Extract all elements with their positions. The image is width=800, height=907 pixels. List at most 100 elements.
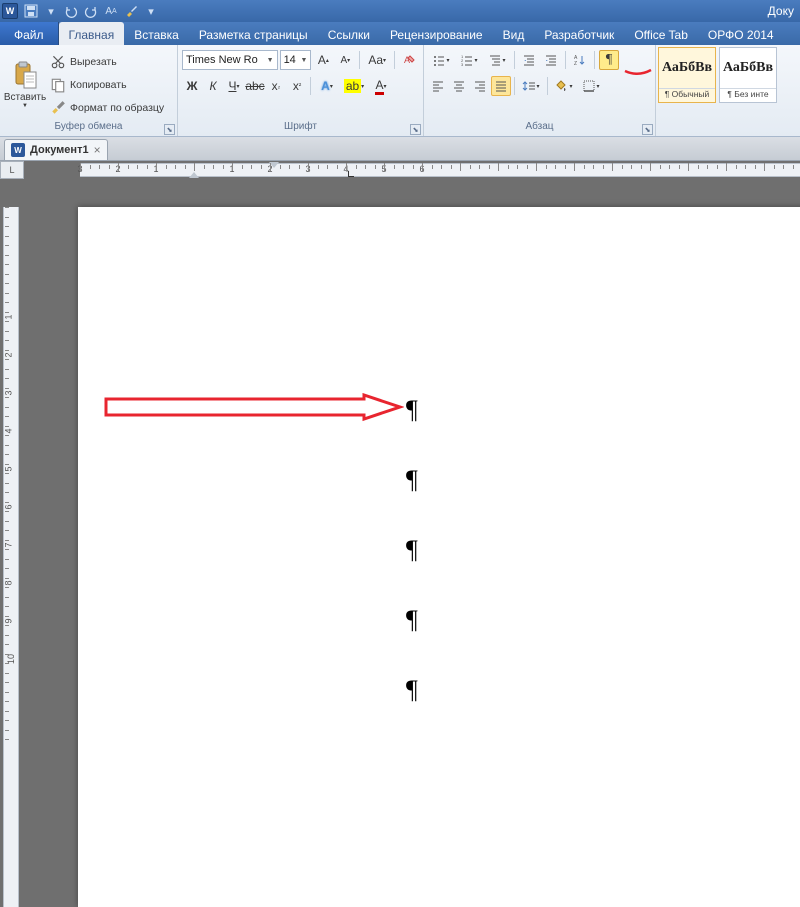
ribbon-tabs: Файл Главная Вставка Разметка страницы С… [0, 22, 800, 45]
paragraph-launcher-icon[interactable]: ⬊ [642, 124, 653, 135]
align-left-button[interactable] [428, 76, 448, 96]
paste-button[interactable]: Вставить ▼ [4, 48, 46, 121]
style-preview: АаБбВв [659, 48, 715, 88]
qat-brush-icon[interactable] [122, 2, 140, 20]
document-tab[interactable]: W Документ1 × [4, 139, 108, 160]
qat-redo-icon[interactable] [82, 2, 100, 20]
group-paragraph-label: Абзац ⬊ [424, 121, 655, 136]
cut-label: Вырезать [70, 56, 117, 68]
decrease-indent-button[interactable] [519, 50, 539, 70]
qat-undo-icon[interactable] [62, 2, 80, 20]
tab-selector[interactable]: L [0, 161, 24, 179]
shading-button[interactable]: ▾ [551, 76, 577, 96]
style-preview: АаБбВв [720, 48, 776, 88]
tab-orfo[interactable]: ОРФО 2014 [698, 22, 784, 45]
bullets-button[interactable]: ▾ [428, 50, 454, 70]
tab-references[interactable]: Ссылки [318, 22, 380, 45]
tab-developer[interactable]: Разработчик [534, 22, 624, 45]
vertical-ruler[interactable]: 12345678910 [0, 179, 22, 733]
grow-font-button[interactable]: A▴ [313, 50, 333, 70]
brush-icon [50, 100, 66, 116]
qat-dropdown-icon[interactable]: ▾ [42, 2, 60, 20]
svg-text:Z: Z [574, 61, 577, 67]
paste-label: Вставить [4, 92, 46, 103]
document-tab-label: Документ1 [30, 144, 89, 156]
clear-formatting-button[interactable]: A [399, 50, 419, 70]
qat-dropdown2-icon[interactable]: ▾ [142, 2, 160, 20]
copy-label: Копировать [70, 79, 127, 91]
window-title: Доку [768, 4, 798, 18]
font-launcher-icon[interactable]: ⬊ [410, 124, 421, 135]
ribbon: Вставить ▼ Вырезать Копировать Формат по… [0, 45, 800, 137]
tab-office-tab[interactable]: Office Tab [624, 22, 698, 45]
align-right-button[interactable] [470, 76, 490, 96]
shrink-font-button[interactable]: A▾ [335, 50, 355, 70]
align-center-button[interactable] [449, 76, 469, 96]
font-name-combo[interactable]: Times New Ro▼ [182, 50, 278, 70]
tab-file[interactable]: Файл [0, 22, 59, 45]
page[interactable]: ¶ ¶ ¶ ¶ ¶ [78, 207, 800, 907]
group-paragraph: ▾ 123▾ ▾ AZ ¶ ▾ ▾ ▾ [424, 45, 656, 136]
close-tab-icon[interactable]: × [94, 143, 101, 157]
change-case-button[interactable]: Aa▾ [364, 50, 390, 70]
font-color-button[interactable]: A▾ [368, 76, 394, 96]
document-tab-bar: W Документ1 × [0, 137, 800, 161]
annotation-red-arrow [104, 393, 404, 423]
bold-button[interactable]: Ж [182, 76, 202, 96]
cut-button[interactable]: Вырезать [50, 51, 164, 73]
paragraph-mark: ¶ [406, 395, 418, 425]
qat-font-grow-icon[interactable]: AA [102, 2, 120, 20]
annotation-red-underline [623, 67, 653, 77]
style-normal[interactable]: АаБбВв ¶ Обычный [658, 47, 716, 103]
paragraph-mark: ¶ [406, 675, 418, 705]
group-clipboard-label: Буфер обмена ⬊ [0, 121, 177, 136]
superscript-button[interactable]: x² [287, 76, 307, 96]
increase-indent-button[interactable] [541, 50, 561, 70]
tab-view[interactable]: Вид [493, 22, 535, 45]
tab-home[interactable]: Главная [59, 22, 125, 45]
style-no-spacing[interactable]: АаБбВв ¶ Без инте [719, 47, 777, 103]
title-bar: W ▾ AA ▾ Доку [0, 0, 800, 22]
italic-button[interactable]: К [203, 76, 223, 96]
tab-page-layout[interactable]: Разметка страницы [189, 22, 318, 45]
paragraph-mark: ¶ [406, 535, 418, 565]
copy-icon [50, 77, 66, 93]
multilevel-list-button[interactable]: ▾ [484, 50, 510, 70]
group-styles: АаБбВв ¶ Обычный АаБбВв ¶ Без инте [656, 45, 800, 136]
group-styles-label [656, 121, 800, 136]
show-hide-pilcrow-button[interactable]: ¶ [599, 50, 619, 70]
horizontal-ruler[interactable]: 321123456 [24, 161, 800, 179]
group-font: Times New Ro▼ 14▼ A▴ A▾ Aa▾ A Ж К Ч▾ abc… [178, 45, 424, 136]
tab-review[interactable]: Рецензирование [380, 22, 493, 45]
clipboard-launcher-icon[interactable]: ⬊ [164, 124, 175, 135]
style-normal-label: ¶ Обычный [659, 88, 715, 102]
text-effects-button[interactable]: A▾ [314, 76, 340, 96]
paragraph-mark: ¶ [406, 465, 418, 495]
horizontal-ruler-row: L 321123456 [0, 161, 800, 179]
copy-button[interactable]: Копировать [50, 74, 164, 96]
borders-button[interactable]: ▾ [578, 76, 604, 96]
app-icon: W [2, 3, 18, 19]
word-doc-icon: W [11, 143, 25, 157]
document-canvas[interactable]: ¶ ¶ ¶ ¶ ¶ [22, 179, 800, 733]
group-clipboard: Вставить ▼ Вырезать Копировать Формат по… [0, 45, 178, 136]
document-workspace: 12345678910 ¶ ¶ ¶ ¶ ¶ [0, 179, 800, 733]
highlight-button[interactable]: ab▾ [341, 76, 367, 96]
strikethrough-button[interactable]: abc [245, 76, 265, 96]
svg-text:3: 3 [461, 62, 464, 67]
tab-insert[interactable]: Вставка [124, 22, 189, 45]
qat-save-icon[interactable] [22, 2, 40, 20]
subscript-button[interactable]: x₂ [266, 76, 286, 96]
line-spacing-button[interactable]: ▾ [518, 76, 544, 96]
scissors-icon [50, 54, 66, 70]
underline-button[interactable]: Ч▾ [224, 76, 244, 96]
align-justify-button[interactable] [491, 76, 511, 96]
font-size-combo[interactable]: 14▼ [280, 50, 312, 70]
group-font-label: Шрифт ⬊ [178, 121, 423, 136]
style-no-spacing-label: ¶ Без инте [720, 88, 776, 102]
paragraph-mark: ¶ [406, 605, 418, 635]
numbering-button[interactable]: 123▾ [456, 50, 482, 70]
format-painter-label: Формат по образцу [70, 102, 164, 114]
format-painter-button[interactable]: Формат по образцу [50, 97, 164, 119]
sort-button[interactable]: AZ [570, 50, 590, 70]
